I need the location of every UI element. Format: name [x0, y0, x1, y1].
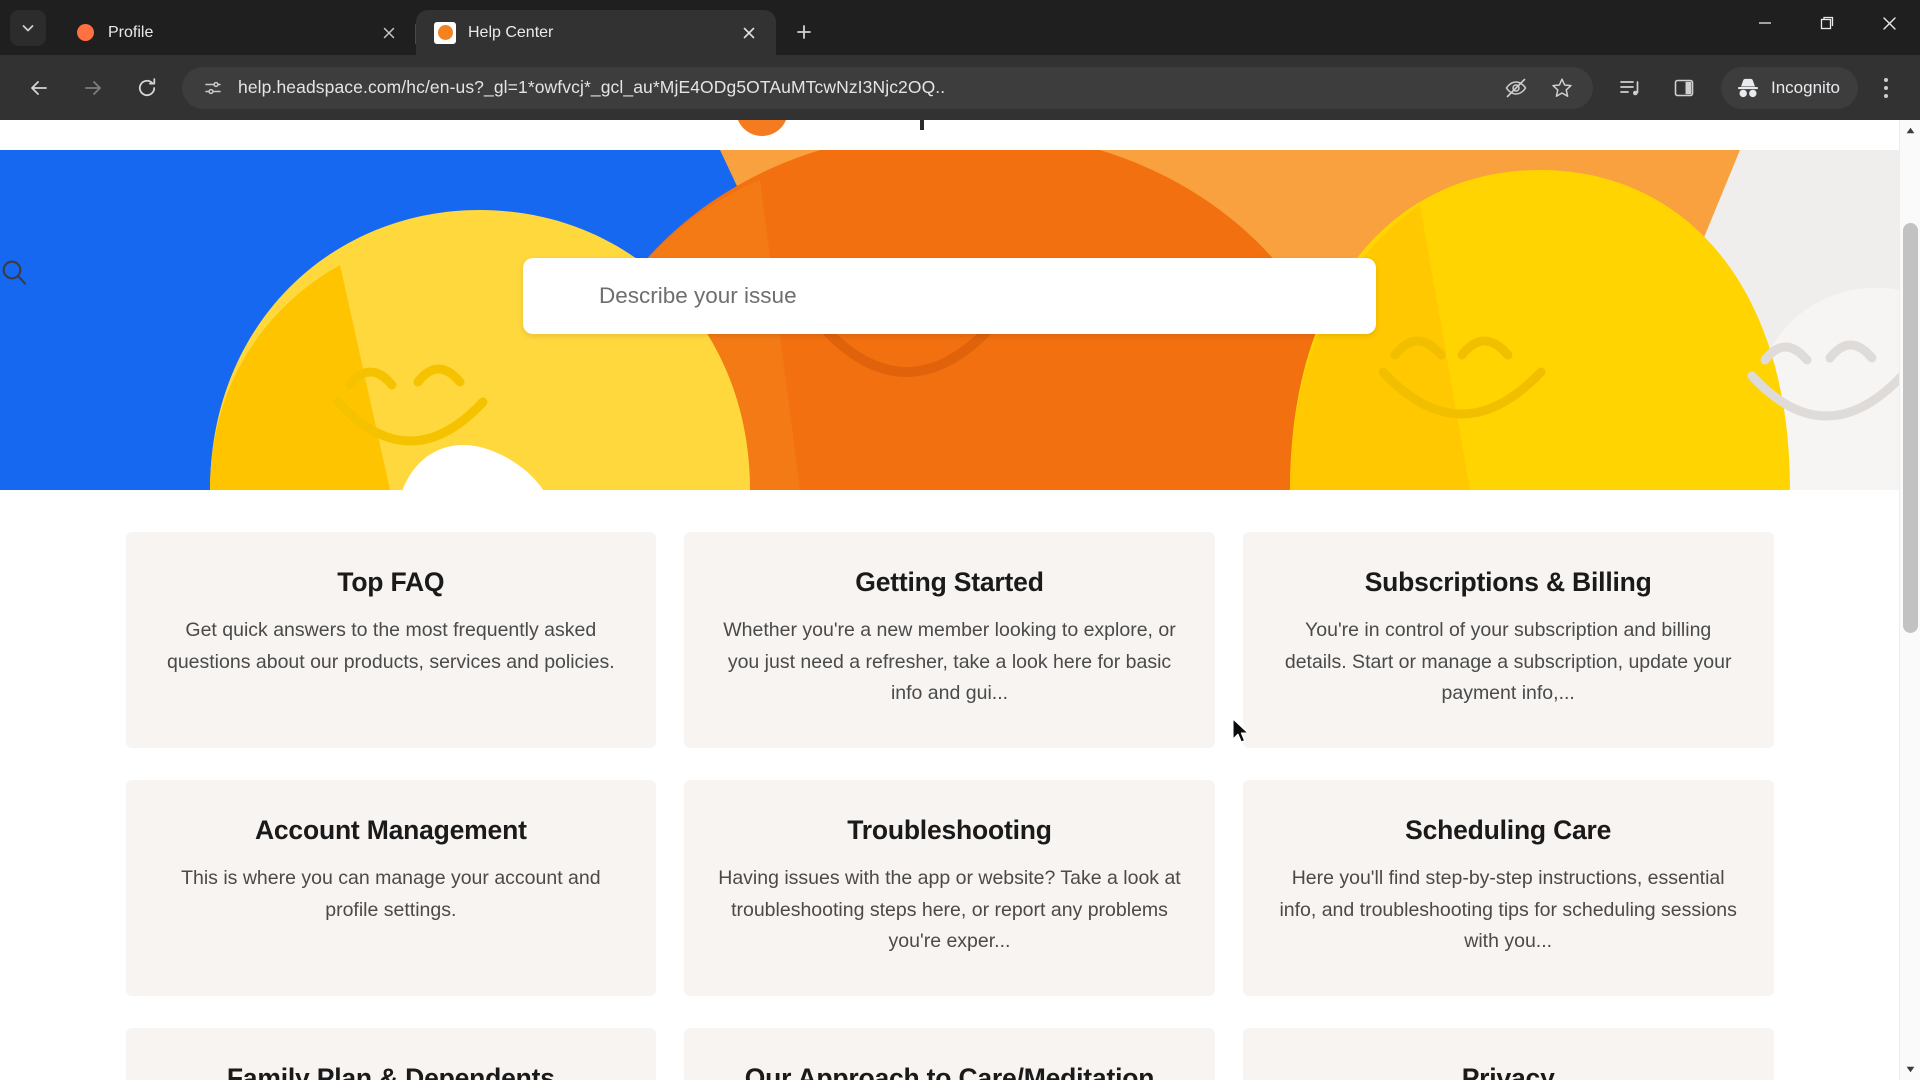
arrow-right-icon: [85, 80, 101, 95]
tab-search-container: [0, 0, 56, 55]
tab-close-help-center[interactable]: [736, 20, 762, 46]
card-title: Our Approach to Care/Meditation: [744, 1062, 1155, 1080]
tune-icon: [205, 81, 221, 94]
window-controls: [1734, 0, 1920, 46]
address-bar-url: help.headspace.com/hc/en-us?_gl=1*owfvcj…: [238, 77, 946, 97]
tab-title-profile: Profile: [108, 23, 154, 41]
page-scrollbar[interactable]: [1899, 120, 1920, 1080]
scroll-down-button[interactable]: [1900, 1059, 1920, 1080]
incognito-icon: [1738, 78, 1758, 97]
card-title: Account Management: [254, 814, 527, 845]
tab-help-center[interactable]: Help Center: [416, 10, 776, 55]
site-header-sliver: [0, 120, 1899, 150]
card-description: You're in control of your subscription a…: [1284, 619, 1732, 705]
header-text-fragment: [920, 120, 924, 130]
category-card-getting-started[interactable]: Getting Started Whether you're a new mem…: [684, 532, 1215, 748]
headspace-dot-icon: [437, 25, 453, 40]
tab-strip: Profile Help Center: [0, 0, 1920, 55]
category-card-subscriptions-billing[interactable]: Subscriptions & Billing You're in contro…: [1242, 532, 1774, 748]
incognito-indicator[interactable]: Incognito: [1721, 66, 1858, 109]
card-description: Whether you're a new member looking to e…: [723, 619, 1176, 705]
hide-password-button[interactable]: [1495, 67, 1537, 109]
category-cards-section: Top FAQ Get quick answers to the most fr…: [0, 490, 1899, 1080]
close-window-button[interactable]: [1858, 0, 1920, 46]
category-card-scheduling-care[interactable]: Scheduling Care Here you'll find step-by…: [1242, 779, 1774, 996]
card-title: Top FAQ: [337, 567, 445, 597]
new-tab-button[interactable]: [784, 12, 824, 52]
search-input[interactable]: [599, 283, 1350, 309]
scrollbar-thumb[interactable]: [1903, 223, 1918, 633]
card-description: Get quick answers to the most frequently…: [166, 619, 615, 673]
category-card-troubleshooting[interactable]: Troubleshooting Having issues with the a…: [684, 779, 1215, 996]
reload-button[interactable]: [126, 67, 168, 109]
bookmark-button[interactable]: [1541, 67, 1583, 109]
search-box[interactable]: [2, 258, 1376, 334]
category-card-family-plan-dependents[interactable]: Family Plan & Dependents Whether you're …: [125, 1027, 657, 1080]
magnifier-icon: [2, 260, 27, 285]
card-title: Subscriptions & Billing: [1364, 567, 1652, 597]
card-description: This is where you can manage your accoun…: [181, 866, 601, 921]
close-icon: [1882, 16, 1896, 30]
toolbar-icons: Incognito: [1603, 66, 1908, 110]
minimize-button[interactable]: [1734, 0, 1796, 46]
media-controls-button[interactable]: [1609, 67, 1651, 109]
back-button[interactable]: [18, 67, 60, 109]
plus-icon: [797, 25, 811, 39]
headspace-dot-icon: [76, 24, 94, 41]
side-panel-button[interactable]: [1663, 67, 1705, 109]
card-title: Troubleshooting: [847, 814, 1052, 845]
close-icon: [743, 27, 755, 38]
tab-profile[interactable]: Profile: [56, 10, 416, 55]
category-card-top-faq[interactable]: Top FAQ Get quick answers to the most fr…: [125, 532, 657, 748]
hero-banner: [0, 150, 1899, 490]
category-grid: Top FAQ Get quick answers to the most fr…: [125, 532, 1774, 1080]
caret-down-icon: [1906, 1066, 1915, 1073]
card-description: Here you'll find step-by-step instructio…: [1279, 866, 1737, 953]
tab-favicon-help-center: [434, 21, 456, 44]
reload-icon: [138, 77, 156, 96]
help-center-page: Top FAQ Get quick answers to the most fr…: [0, 120, 1899, 1080]
page-viewport: Top FAQ Get quick answers to the most fr…: [0, 120, 1920, 1080]
category-card-privacy[interactable]: Privacy Your peace of mind is our priori…: [1242, 1027, 1774, 1080]
eye-slash-icon: [1505, 78, 1527, 97]
address-bar-actions: [1493, 67, 1585, 109]
caret-up-icon: [1906, 127, 1915, 134]
browser-window: Profile Help Center help.headspace.com/h…: [0, 0, 1920, 1080]
menu-dot: [1884, 93, 1888, 98]
tab-favicon-profile: [74, 22, 96, 44]
site-info-button[interactable]: [198, 73, 228, 103]
maximize-button[interactable]: [1796, 0, 1858, 46]
tab-search-button[interactable]: [10, 9, 46, 46]
menu-dot: [1884, 77, 1888, 82]
category-card-account-management[interactable]: Account Management This is where you can…: [125, 779, 657, 996]
side-panel-icon: [1674, 79, 1694, 96]
incognito-label: Incognito: [1771, 77, 1840, 97]
browser-toolbar: help.headspace.com/hc/en-us?_gl=1*owfvcj…: [0, 55, 1920, 120]
card-title: Getting Started: [855, 567, 1044, 597]
minimize-icon: [1759, 22, 1771, 24]
card-title: Privacy: [1461, 1062, 1555, 1080]
card-description: Having issues with the app or website? T…: [718, 866, 1181, 953]
headspace-logo-icon[interactable]: [736, 120, 788, 136]
playlist-music-icon: [1620, 80, 1639, 95]
tab-title-help-center: Help Center: [468, 23, 554, 41]
category-card-our-approach-to-care-meditation[interactable]: Our Approach to Care/Meditation Learn mo…: [684, 1027, 1215, 1080]
card-title: Scheduling Care: [1405, 814, 1612, 845]
tab-close-profile[interactable]: [376, 20, 402, 46]
scroll-up-button[interactable]: [1900, 120, 1920, 141]
card-title: Family Plan & Dependents: [226, 1062, 555, 1080]
close-icon: [383, 27, 395, 38]
chrome-menu-button[interactable]: [1864, 66, 1908, 110]
search-container: [0, 258, 1899, 334]
star-icon: [1552, 77, 1572, 97]
maximize-icon: [1820, 16, 1834, 30]
arrow-left-icon: [31, 80, 47, 95]
forward-button[interactable]: [72, 67, 114, 109]
tab-list: Profile Help Center: [56, 0, 776, 55]
chevron-down-icon: [22, 24, 34, 31]
menu-dot: [1884, 85, 1888, 90]
address-bar[interactable]: help.headspace.com/hc/en-us?_gl=1*owfvcj…: [182, 66, 1593, 109]
